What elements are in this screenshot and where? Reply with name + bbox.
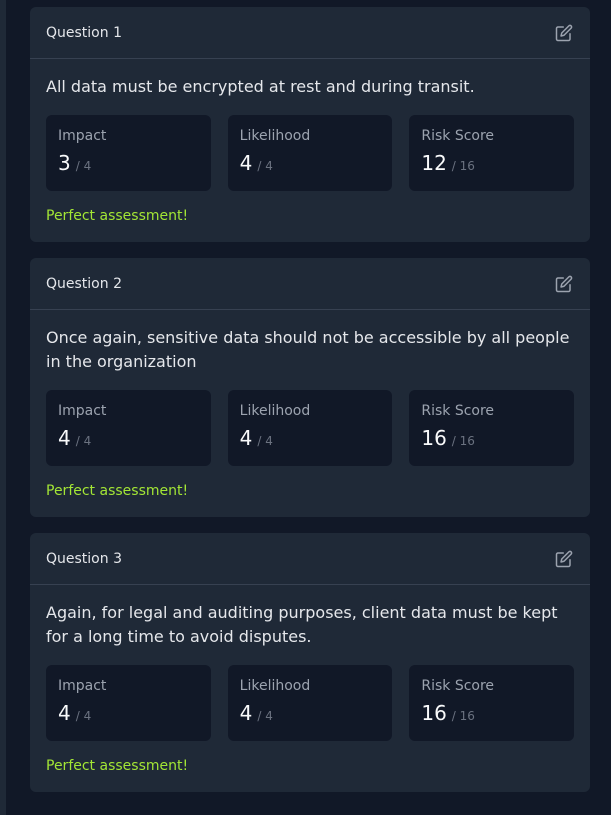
question-title: Question 3 (46, 550, 122, 567)
risk-score-metric: Risk Score 16 / 16 (409, 665, 575, 741)
edit-button[interactable] (554, 549, 574, 569)
likelihood-metric: Likelihood 4 / 4 (227, 390, 393, 466)
risk-score-max: / 16 (451, 159, 475, 173)
question-list: Question 1 All data must be encrypted at… (30, 7, 590, 808)
question-text: All data must be encrypted at rest and d… (46, 77, 475, 96)
impact-max: / 4 (75, 159, 92, 173)
risk-score-value: 16 (421, 426, 447, 450)
impact-value: 4 (58, 426, 71, 450)
risk-score-max: / 16 (451, 709, 475, 723)
risk-score-label: Risk Score (421, 678, 495, 694)
impact-label: Impact (58, 128, 107, 144)
metrics-row: Impact 4 / 4 Likelihood 4 / 4 Risk Score (46, 390, 575, 466)
likelihood-metric: Likelihood 4 / 4 (227, 665, 393, 741)
likelihood-label: Likelihood (239, 128, 311, 144)
feedback-message: Perfect assessment! (46, 208, 189, 224)
question-title: Question 1 (46, 24, 122, 41)
metrics-row: Impact 3 / 4 Likelihood 4 / 4 Risk Score (46, 115, 575, 191)
question-card-1: Question 1 All data must be encrypted at… (30, 7, 590, 242)
impact-value: 3 (58, 151, 71, 175)
question-card-body: All data must be encrypted at rest and d… (30, 59, 590, 242)
question-text: Again, for legal and auditing purposes, … (46, 603, 558, 646)
likelihood-max: / 4 (257, 709, 273, 723)
question-card-header: Question 1 (30, 7, 590, 59)
impact-metric: Impact 3 / 4 (46, 115, 211, 191)
edit-button[interactable] (554, 274, 574, 294)
question-card-body: Again, for legal and auditing purposes, … (30, 585, 590, 792)
question-card-2: Question 2 Once again, sensitive data sh… (30, 258, 590, 517)
impact-label: Impact (58, 403, 107, 419)
likelihood-metric: Likelihood 4 / 4 (227, 115, 393, 191)
question-card-header: Question 3 (30, 533, 590, 585)
question-card-body: Once again, sensitive data should not be… (30, 310, 590, 517)
risk-score-metric: Risk Score 16 / 16 (409, 390, 575, 466)
question-card-3: Question 3 Again, for legal and auditing… (30, 533, 590, 792)
likelihood-label: Likelihood (239, 678, 311, 694)
impact-metric: Impact 4 / 4 (46, 665, 211, 741)
metrics-row: Impact 4 / 4 Likelihood 4 / 4 Risk Score (46, 665, 575, 741)
likelihood-value: 4 (239, 701, 253, 725)
likelihood-max: / 4 (257, 434, 273, 448)
impact-label: Impact (58, 678, 107, 694)
risk-score-label: Risk Score (421, 403, 495, 419)
impact-max: / 4 (75, 709, 92, 723)
feedback-message: Perfect assessment! (46, 483, 189, 499)
risk-score-value: 16 (421, 701, 447, 725)
risk-score-metric: Risk Score 12 / 16 (409, 115, 575, 191)
left-rail (0, 0, 6, 815)
edit-icon (555, 550, 573, 567)
question-card-header: Question 2 (30, 258, 590, 310)
likelihood-label: Likelihood (239, 403, 311, 419)
impact-metric: Impact 4 / 4 (46, 390, 211, 466)
edit-icon (555, 275, 573, 292)
impact-max: / 4 (75, 434, 92, 448)
likelihood-value: 4 (239, 151, 253, 175)
edit-button[interactable] (554, 23, 574, 43)
feedback-message: Perfect assessment! (46, 758, 189, 774)
question-text: Once again, sensitive data should not be… (46, 328, 570, 371)
likelihood-value: 4 (239, 426, 253, 450)
risk-score-label: Risk Score (421, 128, 495, 144)
risk-score-max: / 16 (451, 434, 475, 448)
question-title: Question 2 (46, 275, 122, 292)
edit-icon (555, 24, 573, 41)
likelihood-max: / 4 (257, 159, 273, 173)
impact-value: 4 (58, 701, 71, 725)
risk-score-value: 12 (421, 151, 447, 175)
